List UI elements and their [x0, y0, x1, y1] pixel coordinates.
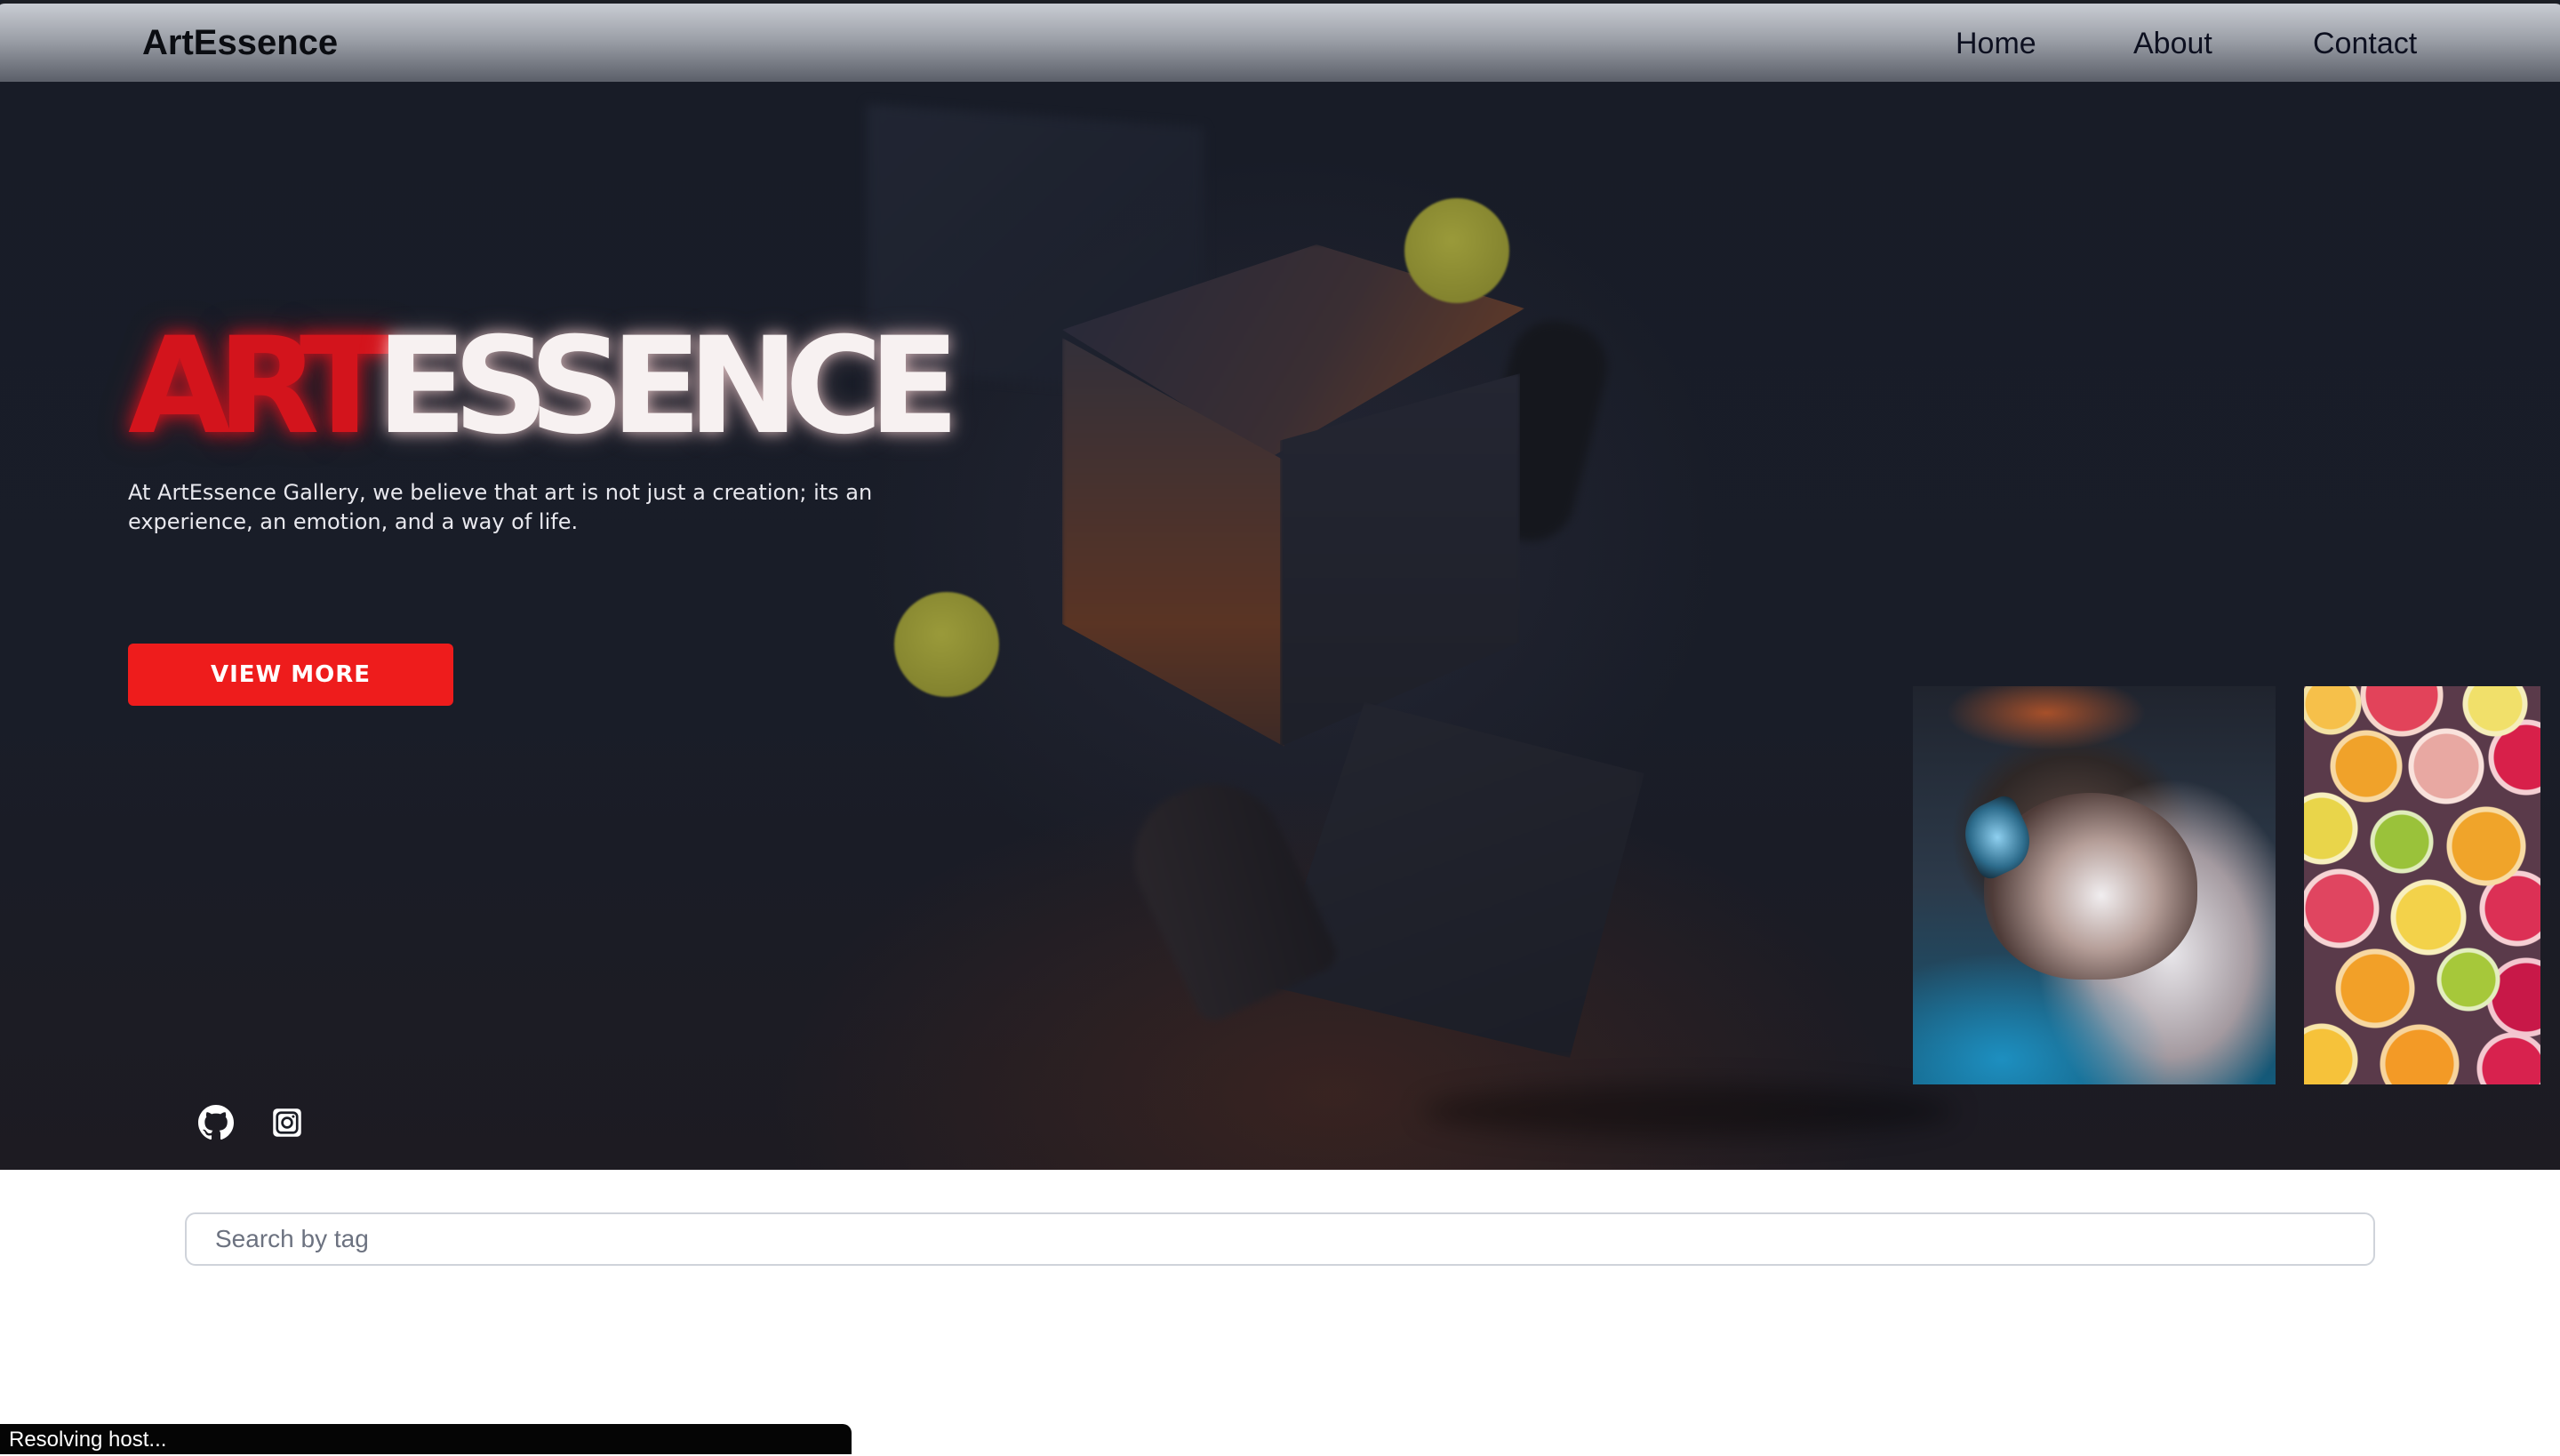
hero-title-red: ART: [128, 309, 390, 464]
nav-link-home[interactable]: Home: [1956, 27, 2036, 61]
view-more-button[interactable]: VIEW MORE: [128, 644, 453, 706]
github-icon: [198, 1104, 234, 1145]
hero-section: ARTESSENCE At ArtEssence Gallery, we bel…: [0, 0, 2560, 1170]
background-ball-shape: [894, 592, 999, 697]
hero-title-white: ESSENCE: [376, 309, 959, 464]
browser-status-bar: Resolving host...: [0, 1424, 852, 1454]
instagram-icon: [271, 1107, 303, 1143]
gallery-thumbnail-cat[interactable]: [1913, 686, 2276, 1084]
brand-logo[interactable]: ArtEssence: [142, 23, 338, 63]
search-by-tag-input[interactable]: [185, 1212, 2375, 1266]
background-floor-shadow: [1422, 1084, 1956, 1138]
background-ball-shape: [1404, 198, 1509, 303]
navbar: ArtEssence Home About Contact: [0, 0, 2560, 82]
background-lower-cube-shape: [1271, 702, 1644, 1058]
nav-link-contact[interactable]: Contact: [2313, 27, 2417, 61]
nav-link-about[interactable]: About: [2133, 27, 2212, 61]
hero-description: At ArtEssence Gallery, we believe that a…: [128, 480, 873, 534]
github-link[interactable]: [197, 1104, 235, 1145]
hero-title: ARTESSENCE: [128, 320, 960, 453]
gallery-thumbnail-fruit[interactable]: [2304, 686, 2540, 1084]
instagram-link[interactable]: [268, 1106, 306, 1143]
